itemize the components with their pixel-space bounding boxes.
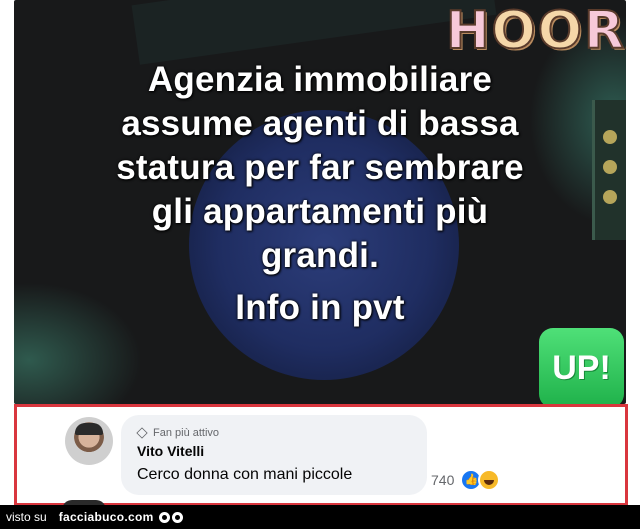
comment-author[interactable]: Vito Vitelli: [137, 443, 204, 459]
top-fan-badge: Fan più attivo: [136, 427, 220, 439]
footer-prefix: visto su: [6, 510, 47, 524]
up-badge: UP!: [539, 328, 624, 404]
caption-line: Agenzia immobiliare: [147, 60, 493, 99]
footer-site-name: facciabuco.com: [58, 510, 154, 524]
hoora-letter: O: [491, 0, 537, 62]
caption-line: assume agenti di bassa: [121, 104, 519, 143]
hoora-letter: O: [537, 0, 583, 62]
diamond-icon: [136, 427, 148, 439]
comment-bubble[interactable]: Fan più attivo Vito Vitelli Cerco donna …: [121, 415, 427, 495]
reaction-count: 740: [431, 472, 455, 488]
caption-line: gli appartamenti più: [151, 192, 489, 231]
comment-highlight-box: Fan più attivo Vito Vitelli Cerco donna …: [14, 404, 628, 506]
caption-line: statura per far sembrare: [116, 148, 524, 187]
meme-image: Agenzia immobiliare assume agenti di bas…: [14, 0, 626, 404]
avatar[interactable]: [65, 417, 113, 465]
reaction-summary[interactable]: 740 👍: [431, 469, 501, 491]
top-fan-label: Fan più attivo: [153, 427, 220, 439]
hoora-sticker: H O O R A: [445, 0, 626, 62]
watermark-footer: visto su facciabuco.com: [0, 505, 640, 529]
caption-info-line: Info in pvt: [235, 288, 405, 327]
hoora-letter: R: [583, 0, 625, 62]
hoora-letter: H: [445, 0, 491, 62]
meme-caption: Agenzia immobiliare assume agenti di bas…: [14, 58, 626, 330]
eyes-icon: [158, 511, 183, 523]
comment-text: Cerco donna con mani piccole: [137, 466, 353, 483]
haha-icon: [478, 469, 501, 491]
caption-line: grandi.: [260, 236, 380, 275]
